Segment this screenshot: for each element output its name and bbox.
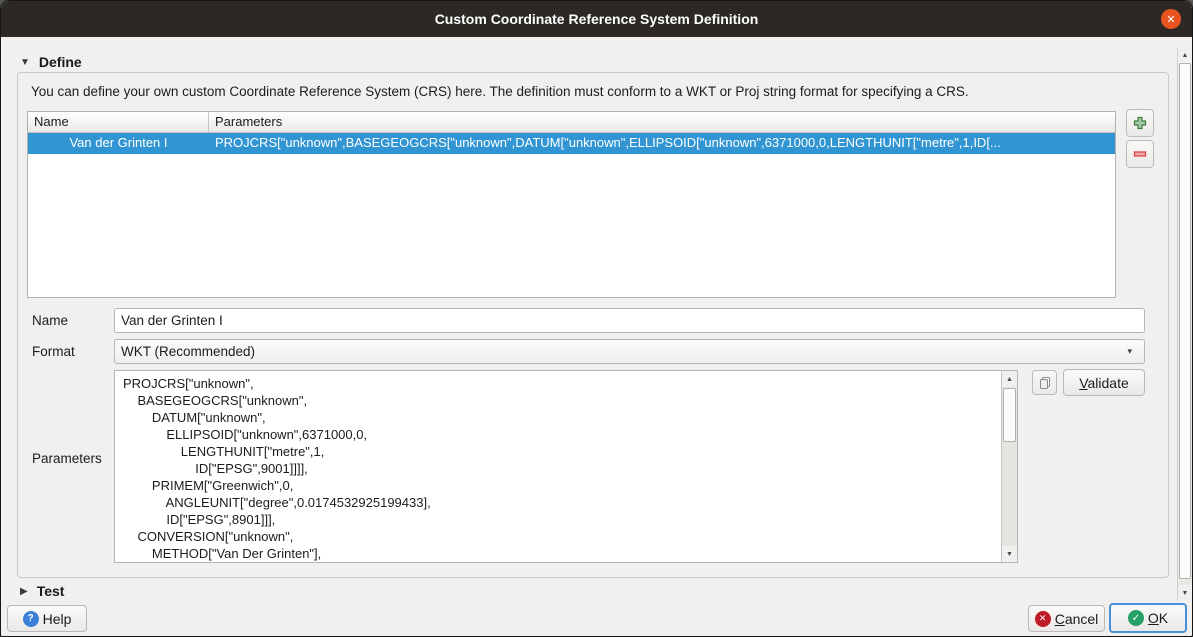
name-field-label: Name <box>32 313 68 328</box>
dialog-scroll-up-icon[interactable]: ▲ <box>1178 47 1192 63</box>
expand-arrow-icon[interactable]: ▶ <box>20 586 28 597</box>
copy-icon <box>1038 376 1052 390</box>
remove-crs-button[interactable] <box>1126 140 1154 168</box>
help-button[interactable]: ? Help <box>7 605 87 632</box>
ok-button-label: OK <box>1148 610 1168 626</box>
validate-button-label: Validate <box>1079 375 1129 391</box>
dialog-scrollbar-thumb[interactable] <box>1179 63 1191 579</box>
ok-button[interactable]: ✓ OK <box>1109 603 1187 633</box>
help-icon: ? <box>23 611 39 627</box>
scroll-up-icon[interactable]: ▲ <box>1002 371 1017 387</box>
column-header-name[interactable]: Name <box>28 112 209 132</box>
define-section-label: Define <box>39 54 82 70</box>
parameters-editor[interactable]: PROJCRS["unknown", BASEGEOGCRS["unknown"… <box>114 370 1018 563</box>
plus-icon <box>1132 115 1148 131</box>
titlebar[interactable]: Custom Coordinate Reference System Defin… <box>1 1 1192 37</box>
chevron-down-icon: ▾ <box>1127 346 1132 357</box>
scroll-down-icon[interactable]: ▼ <box>1002 546 1017 562</box>
parameters-wkt-text[interactable]: PROJCRS["unknown", BASEGEOGCRS["unknown"… <box>115 371 1001 562</box>
format-selected-value: WKT (Recommended) <box>121 344 1127 359</box>
cancel-button-label: Cancel <box>1055 611 1099 627</box>
format-field-label: Format <box>32 344 75 359</box>
ok-icon: ✓ <box>1128 610 1144 626</box>
parameters-scrollbar[interactable]: ▲ ▼ <box>1001 371 1017 562</box>
define-section-header[interactable]: ▼ Define <box>20 54 82 70</box>
add-crs-button[interactable] <box>1126 109 1154 137</box>
dialog-scroll-down-icon[interactable]: ▼ <box>1178 585 1192 601</box>
custom-crs-dialog: Custom Coordinate Reference System Defin… <box>0 0 1193 637</box>
test-section-header[interactable]: ▶ Test <box>20 583 64 599</box>
cancel-button[interactable]: ✕ Cancel <box>1028 605 1105 632</box>
validate-button[interactable]: Validate <box>1063 369 1145 396</box>
minus-icon <box>1132 146 1148 162</box>
close-icon[interactable]: ✕ <box>1161 9 1181 29</box>
cancel-icon: ✕ <box>1035 611 1051 627</box>
crs-table[interactable]: Name Parameters Van der Grinten I PROJCR… <box>27 111 1116 298</box>
crs-row-parameters[interactable]: PROJCRS["unknown",BASEGEOGCRS["unknown",… <box>209 133 1115 154</box>
help-button-label: Help <box>43 611 72 627</box>
test-section-label: Test <box>37 583 65 599</box>
crs-table-header: Name Parameters <box>28 112 1115 133</box>
name-input[interactable] <box>114 308 1145 333</box>
parameters-scrollbar-thumb[interactable] <box>1003 388 1016 442</box>
collapse-arrow-icon[interactable]: ▼ <box>20 57 30 68</box>
crs-row-name[interactable]: Van der Grinten I <box>28 133 209 154</box>
format-dropdown[interactable]: WKT (Recommended) ▾ <box>114 339 1145 364</box>
table-row[interactable]: Van der Grinten I PROJCRS["unknown",BASE… <box>28 133 1115 154</box>
crs-description-text: You can define your own custom Coordinat… <box>31 84 969 99</box>
parameters-field-label: Parameters <box>32 451 102 466</box>
dialog-scrollbar[interactable]: ▲ ▼ <box>1177 47 1192 601</box>
column-header-parameters[interactable]: Parameters <box>209 112 1115 132</box>
dialog-title: Custom Coordinate Reference System Defin… <box>435 11 759 27</box>
copy-parameters-button[interactable] <box>1032 370 1057 395</box>
